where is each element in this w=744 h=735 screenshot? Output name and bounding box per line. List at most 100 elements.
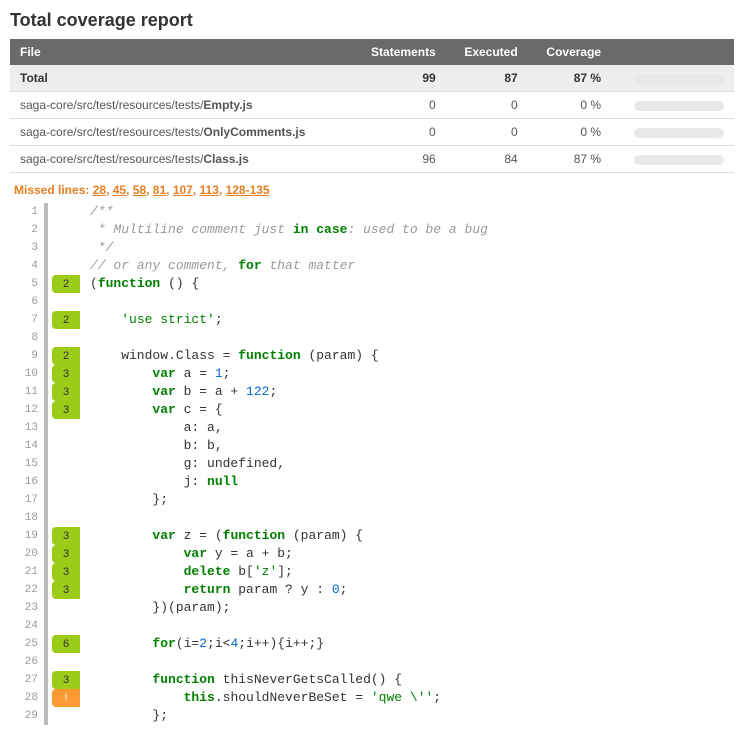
hit-count-cell: ! [50, 689, 82, 707]
code-line: 3 */ [10, 239, 734, 257]
missed-line-link[interactable]: 128-135 [226, 183, 270, 197]
hit-count-cell [50, 491, 82, 509]
file-cell[interactable]: saga-core/src/test/resources/tests/Class… [10, 146, 351, 173]
executed-cell: 0 [446, 92, 528, 119]
gutter [44, 455, 48, 473]
line-number: 18 [10, 509, 44, 527]
code-line: 28! this.shouldNeverBeSet = 'qwe \''; [10, 689, 734, 707]
code-text: this.shouldNeverBeSet = 'qwe \''; [82, 689, 441, 707]
code-text: function thisNeverGetsCalled() { [82, 671, 402, 689]
executed-cell: 87 [446, 65, 528, 92]
code-text: var z = (function (param) { [82, 527, 363, 545]
code-line: 13 a: a, [10, 419, 734, 437]
code-text: // or any comment, for that matter [82, 257, 355, 275]
col-statements: Statements [351, 39, 446, 65]
code-line: 24 [10, 617, 734, 635]
code-line: 11 3 var b = a + 122; [10, 383, 734, 401]
line-number: 17 [10, 491, 44, 509]
line-number: 1 [10, 203, 44, 221]
hit-count-cell: 3 [50, 581, 82, 599]
hit-count-cell [50, 653, 82, 671]
hit-count-cell [50, 239, 82, 257]
code-text: window.Class = function (param) { [82, 347, 379, 365]
gutter [44, 347, 48, 365]
gutter [44, 527, 48, 545]
code-line: 273 function thisNeverGetsCalled() { [10, 671, 734, 689]
file-cell[interactable]: saga-core/src/test/resources/tests/OnlyC… [10, 119, 351, 146]
hit-count-cell: 3 [50, 401, 82, 419]
code-text: * Multiline comment just in case: used t… [82, 221, 488, 239]
line-number: 7 [10, 311, 44, 329]
table-row: saga-core/src/test/resources/tests/Class… [10, 146, 734, 173]
gutter [44, 419, 48, 437]
line-number: 6 [10, 293, 44, 311]
hit-badge: 2 [52, 311, 80, 329]
line-number: 11 [10, 383, 44, 401]
hit-count-cell [50, 509, 82, 527]
line-number: 10 [10, 365, 44, 383]
code-text: var c = { [82, 401, 223, 419]
code-text: var b = a + 122; [82, 383, 277, 401]
coverage-table: File Statements Executed Coverage Total9… [10, 39, 734, 173]
code-text: b: b, [82, 437, 223, 455]
code-text: for(i=2;i<4;i++){i++;} [82, 635, 324, 653]
hit-count-cell [50, 437, 82, 455]
line-number: 23 [10, 599, 44, 617]
line-number: 14 [10, 437, 44, 455]
missed-line-link[interactable]: 113 [200, 183, 219, 197]
coverage-bar-cell [611, 146, 734, 173]
gutter [44, 383, 48, 401]
coverage-cell: 0 % [528, 119, 611, 146]
line-number: 24 [10, 617, 44, 635]
table-row: Total998787 % [10, 65, 734, 92]
missed-line-link[interactable]: 28 [93, 183, 106, 197]
missed-line-link[interactable]: 45 [113, 183, 126, 197]
code-text: var a = 1; [82, 365, 230, 383]
gutter [44, 293, 48, 311]
hit-badge: 3 [52, 527, 80, 545]
code-line: 29 }; [10, 707, 734, 725]
coverage-cell: 87 % [528, 146, 611, 173]
code-line: 193 var z = (function (param) { [10, 527, 734, 545]
line-number: 26 [10, 653, 44, 671]
code-text: }; [82, 491, 168, 509]
hit-count-cell [50, 617, 82, 635]
hit-count-cell: 3 [50, 383, 82, 401]
code-line: 213 delete b['z']; [10, 563, 734, 581]
code-text: return param ? y : 0; [82, 581, 347, 599]
file-cell: Total [10, 65, 351, 92]
code-text: (function () { [82, 275, 199, 293]
col-executed: Executed [446, 39, 528, 65]
line-number: 22 [10, 581, 44, 599]
code-line: 22 3 return param ? y : 0; [10, 581, 734, 599]
line-number: 20 [10, 545, 44, 563]
file-cell[interactable]: saga-core/src/test/resources/tests/Empty… [10, 92, 351, 119]
code-line: 203 var y = a + b; [10, 545, 734, 563]
gutter [44, 401, 48, 419]
hit-count-cell: 2 [50, 275, 82, 293]
code-line: 103 var a = 1; [10, 365, 734, 383]
missed-line-link[interactable]: 107 [173, 183, 193, 197]
hit-badge: 3 [52, 545, 80, 563]
missed-line-link[interactable]: 81 [153, 183, 166, 197]
line-number: 28 [10, 689, 44, 707]
gutter [44, 365, 48, 383]
gutter [44, 707, 48, 725]
hit-count-cell [50, 221, 82, 239]
code-text: delete b['z']; [82, 563, 293, 581]
line-number: 4 [10, 257, 44, 275]
coverage-bar-cell [611, 65, 734, 92]
code-text: */ [82, 239, 113, 257]
hit-count-cell: 3 [50, 545, 82, 563]
gutter [44, 275, 48, 293]
line-number: 29 [10, 707, 44, 725]
gutter [44, 437, 48, 455]
gutter [44, 329, 48, 347]
hit-count-cell: 2 [50, 347, 82, 365]
gutter [44, 689, 48, 707]
line-number: 9 [10, 347, 44, 365]
missed-line-link[interactable]: 58 [133, 183, 146, 197]
code-line: 18 [10, 509, 734, 527]
gutter [44, 563, 48, 581]
code-line: 16 j: null [10, 473, 734, 491]
